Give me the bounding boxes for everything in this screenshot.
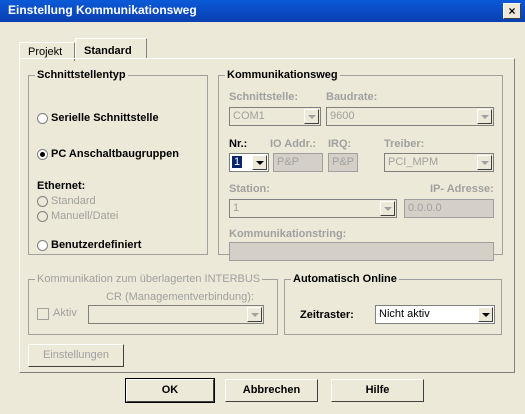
automatisch-online-legend: Automatisch Online	[291, 273, 399, 285]
schnittstelle-select[interactable]: COM1	[229, 107, 321, 126]
chevron-down-icon[interactable]	[477, 155, 492, 170]
window-title: Einstellung Kommunikationsweg	[8, 3, 197, 17]
tab-standard[interactable]: Standard	[75, 38, 147, 59]
irq-field[interactable]: P&P	[328, 153, 358, 172]
aktiv-checkbox[interactable]	[37, 308, 49, 320]
aktiv-label[interactable]: Aktiv	[53, 307, 77, 319]
einstellungen-button[interactable]: Einstellungen	[28, 344, 124, 367]
chevron-down-icon[interactable]	[478, 307, 493, 322]
radio-seriell[interactable]	[37, 113, 48, 124]
treiber-value: PCI_MPM	[388, 156, 439, 168]
treiber-label: Treiber:	[384, 138, 425, 150]
abbrechen-button[interactable]: Abbrechen	[225, 379, 318, 402]
radio-pc-anschaltbaugruppen[interactable]	[37, 149, 48, 160]
irq-label: IRQ:	[328, 138, 352, 150]
ip-adresse-field[interactable]: 0.0.0.0	[404, 199, 494, 218]
radio-manuell-label[interactable]: Manuell/Datei	[51, 210, 118, 222]
chevron-down-icon[interactable]	[252, 155, 267, 170]
radio-pc-label[interactable]: PC Anschaltbaugruppen	[51, 148, 179, 160]
kommunikationstring-label: Kommunikationstring:	[229, 228, 347, 240]
radio-benutzerdefiniert[interactable]	[37, 240, 48, 251]
io-addr-field[interactable]: P&P	[273, 153, 323, 172]
io-addr-label: IO Addr.:	[270, 138, 317, 150]
dialog-window: Einstellung Kommunikationsweg × Projekt …	[0, 0, 525, 414]
ok-button[interactable]: OK	[125, 378, 215, 403]
ethernet-label: Ethernet:	[37, 180, 86, 192]
schnittstellentyp-legend: Schnittstellentyp	[35, 69, 128, 81]
radio-manuell[interactable]	[37, 211, 48, 222]
baudrate-value: 9600	[330, 110, 355, 122]
nr-value: 1	[232, 156, 243, 168]
chevron-down-icon[interactable]	[380, 201, 395, 216]
station-label: Station:	[229, 183, 270, 195]
chevron-down-icon[interactable]	[247, 307, 262, 322]
close-button[interactable]: ×	[503, 3, 521, 19]
nr-label: Nr.:	[229, 138, 248, 150]
schnittstellentyp-group: Schnittstellentyp	[28, 69, 208, 255]
nr-select[interactable]: 1	[229, 153, 269, 172]
treiber-select[interactable]: PCI_MPM	[384, 153, 494, 172]
zeitraster-select[interactable]: Nicht aktiv	[375, 305, 495, 324]
interbus-legend: Kommunikation zum überlagerten INTERBUS	[35, 273, 263, 285]
schnittstelle-label: Schnittstelle:	[229, 91, 299, 103]
kommunikationstring-field[interactable]	[229, 242, 494, 261]
cr-label: CR (Managementverbindung):	[106, 291, 254, 303]
zeitraster-label: Zeitraster:	[300, 309, 354, 321]
radio-standard[interactable]	[37, 196, 48, 207]
chevron-down-icon[interactable]	[477, 109, 492, 124]
cr-select[interactable]	[88, 305, 264, 324]
ip-adresse-label: IP- Adresse:	[430, 183, 494, 195]
hilfe-button[interactable]: Hilfe	[331, 379, 424, 402]
schnittstelle-value: COM1	[233, 110, 265, 122]
station-value: 1	[233, 202, 240, 214]
title-bar[interactable]: Einstellung Kommunikationsweg ×	[0, 0, 525, 22]
baudrate-select[interactable]: 9600	[326, 107, 494, 126]
zeitraster-value: Nicht aktiv	[379, 308, 430, 320]
chevron-down-icon[interactable]	[304, 109, 319, 124]
radio-seriell-label[interactable]: Serielle Schnittstelle	[51, 112, 159, 124]
radio-benutzer-label[interactable]: Benutzerdefiniert	[51, 239, 141, 251]
radio-standard-label[interactable]: Standard	[51, 195, 96, 207]
tab-panel-standard: Schnittstellentyp Serielle Schnittstelle…	[19, 58, 515, 373]
kommunikationsweg-legend: Kommunikationsweg	[225, 69, 340, 81]
baudrate-label: Baudrate:	[326, 91, 378, 103]
station-select[interactable]: 1	[229, 199, 397, 218]
